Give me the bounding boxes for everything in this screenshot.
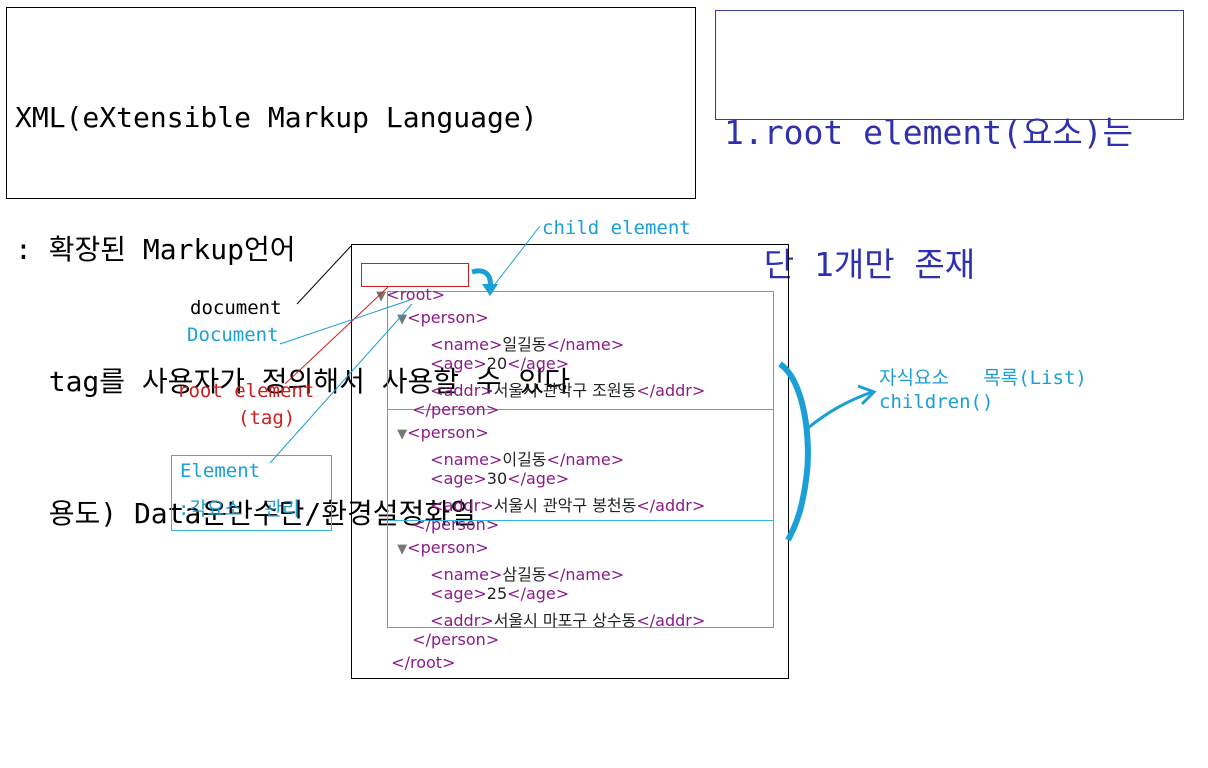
document-connector-line	[296, 245, 352, 305]
children-arrow	[807, 390, 873, 430]
element-connector-line	[269, 303, 413, 464]
connector-lines	[269, 225, 877, 542]
arrow-head-icon	[482, 284, 498, 296]
root-element-connector-line	[284, 286, 389, 385]
child-element-connector-line	[491, 225, 541, 289]
children-brace	[778, 361, 811, 542]
document-person-connector-line	[279, 299, 411, 345]
